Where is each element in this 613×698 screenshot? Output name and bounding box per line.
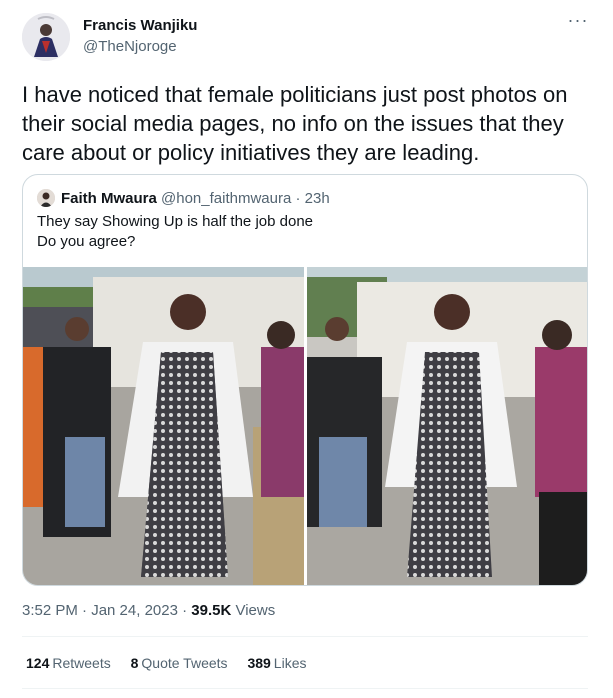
quoted-tweet[interactable]: Faith Mwaura @hon_faithmwaura · 23h They… — [22, 174, 588, 586]
quote-tweets-count: 8 — [130, 655, 139, 671]
quoted-photo-left[interactable] — [23, 267, 304, 585]
views-count: 39.5K — [191, 602, 232, 619]
retweets-count: 124 — [26, 655, 50, 671]
quoted-author-name[interactable]: Faith Mwaura — [61, 190, 157, 207]
tweet-text: I have noticed that female politicians j… — [22, 82, 568, 165]
tweet-meta: 3:52 PM · Jan 24, 2023 · 39.5K Views — [22, 602, 275, 619]
quoted-photo-right[interactable] — [307, 267, 587, 585]
quote-tweets-label: Quote Tweets — [141, 655, 228, 671]
likes-count: 389 — [247, 655, 271, 671]
retweets-stat[interactable]: 124 Retweets — [26, 655, 111, 671]
quoted-author-handle-time[interactable]: @hon_faithmwaura · 23h — [161, 190, 330, 207]
tweet-stats: 124 Retweets 8 Quote Tweets 389 Likes — [26, 655, 322, 671]
views-label: Views — [231, 602, 276, 619]
quoted-tweet-text: They say Showing Up is half the job done… — [37, 212, 313, 252]
more-icon[interactable]: ··· — [564, 11, 592, 34]
author-avatar[interactable] — [22, 13, 70, 61]
tweet-card: Francis Wanjiku @TheNjoroge ··· I have n… — [0, 0, 613, 698]
timestamp[interactable]: 3:52 PM · Jan 24, 2023 · — [22, 602, 191, 619]
divider — [22, 688, 588, 689]
quoted-text-line: Do you agree? — [37, 233, 136, 250]
quote-tweets-stat[interactable]: 8 Quote Tweets — [131, 655, 228, 671]
likes-stat[interactable]: 389 Likes — [247, 655, 306, 671]
author-handle[interactable]: @TheNjoroge — [83, 38, 177, 55]
likes-label: Likes — [273, 655, 307, 671]
author-name[interactable]: Francis Wanjiku — [83, 17, 197, 34]
retweets-label: Retweets — [52, 655, 111, 671]
quoted-author-avatar[interactable] — [37, 189, 55, 207]
divider — [22, 636, 588, 637]
quoted-text-line: They say Showing Up is half the job done — [37, 213, 313, 230]
